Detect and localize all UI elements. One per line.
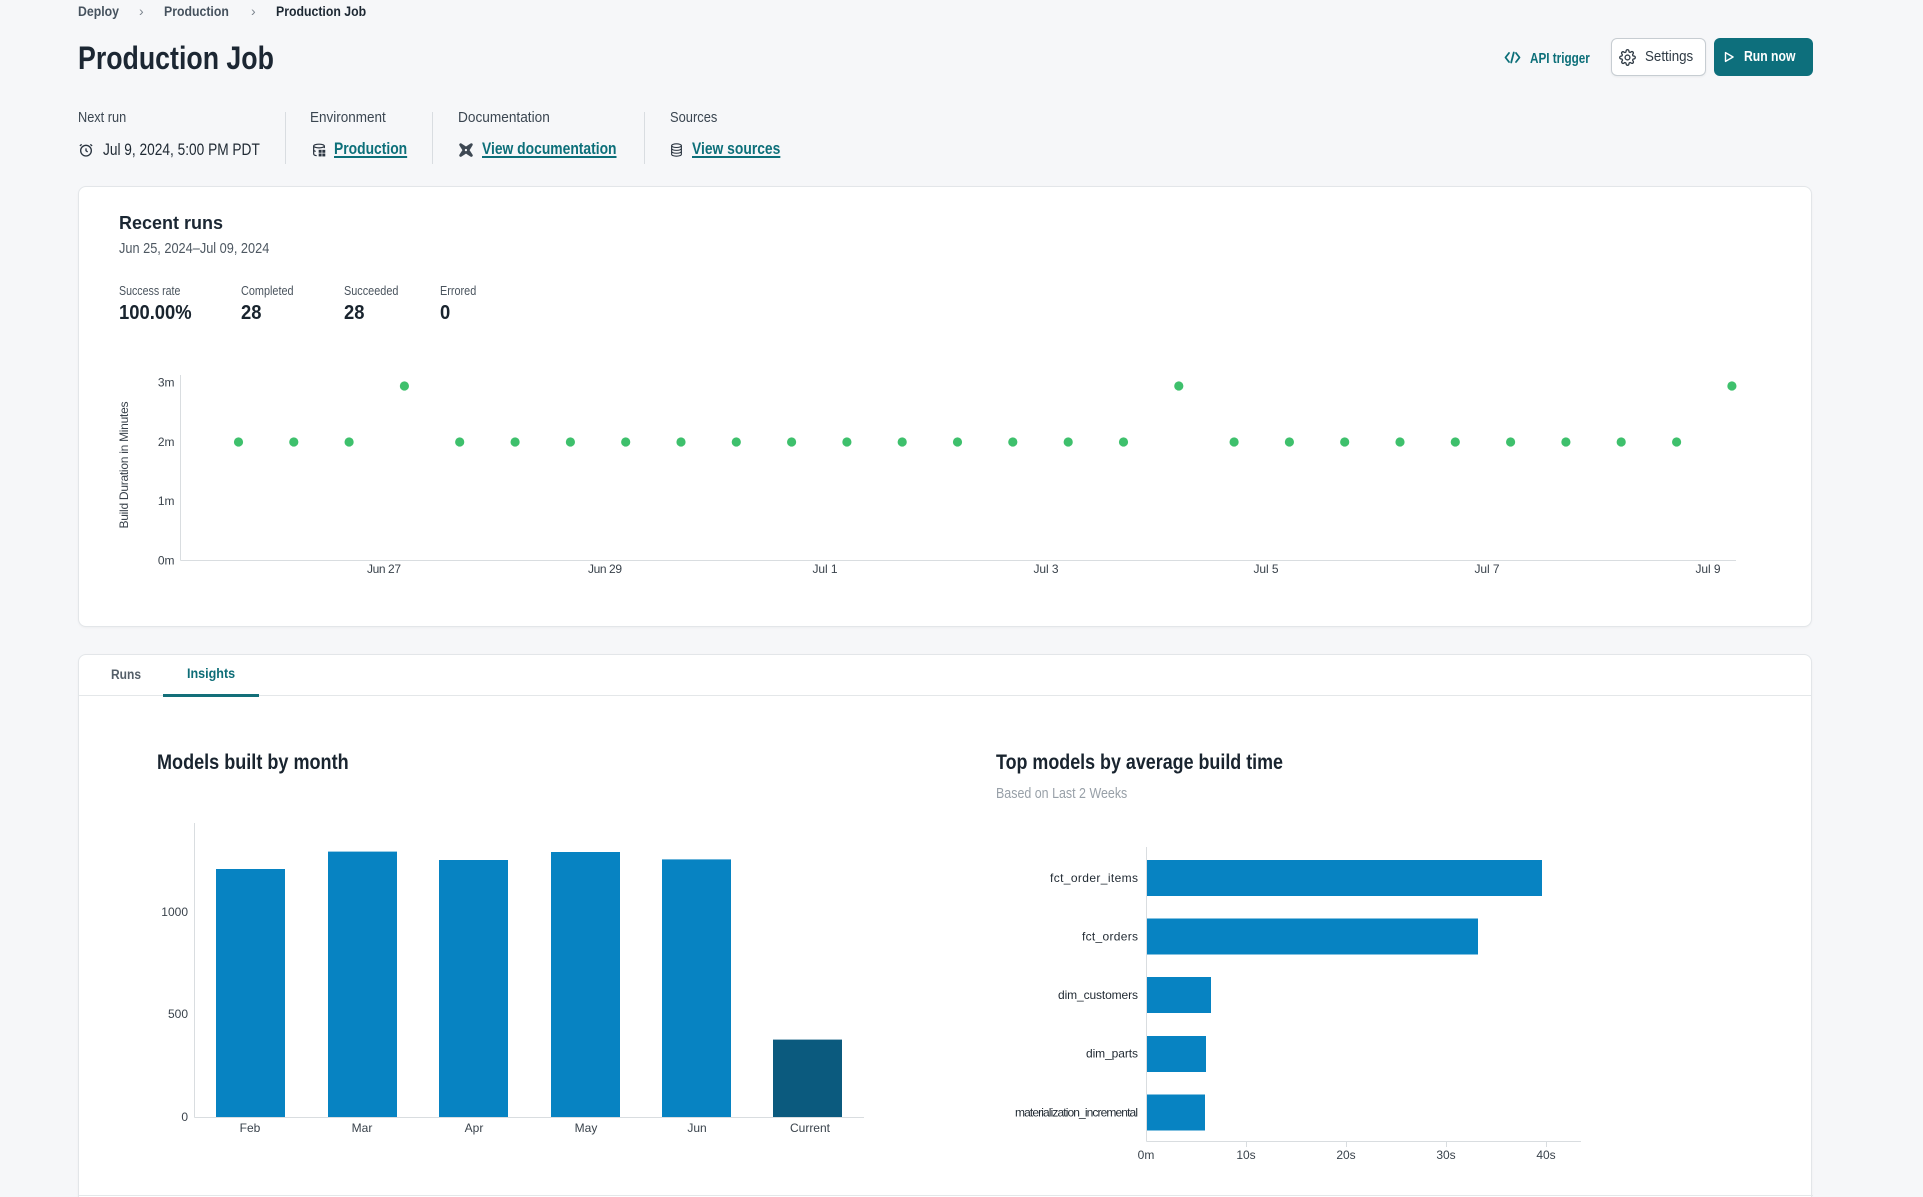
svg-text:Feb: Feb (240, 1121, 261, 1135)
svg-text:Build Duration in Minutes: Build Duration in Minutes (117, 402, 131, 529)
svg-text:20s: 20s (1336, 1148, 1355, 1162)
svg-text:fct_orders: fct_orders (1082, 930, 1138, 944)
svg-text:30s: 30s (1436, 1148, 1455, 1162)
svg-text:dim_parts: dim_parts (1086, 1047, 1138, 1061)
svg-text:0m: 0m (1138, 1148, 1155, 1162)
svg-text:10s: 10s (1236, 1148, 1255, 1162)
svg-text:Jun 29: Jun 29 (588, 562, 622, 576)
svg-text:fct_order_items: fct_order_items (1050, 871, 1138, 885)
svg-text:dim_customers: dim_customers (1058, 988, 1138, 1002)
svg-text:3m: 3m (158, 376, 175, 390)
svg-text:Jul 7: Jul 7 (1475, 562, 1500, 576)
svg-text:May: May (575, 1121, 598, 1135)
svg-text:40s: 40s (1536, 1148, 1555, 1162)
svg-text:Current: Current (790, 1121, 831, 1135)
svg-text:Jun 27: Jun 27 (367, 562, 401, 576)
svg-text:Jul 9: Jul 9 (1696, 562, 1721, 576)
svg-text:500: 500 (168, 1007, 188, 1021)
svg-text:1m: 1m (158, 494, 175, 508)
svg-text:2m: 2m (158, 435, 175, 449)
svg-text:Jul 1: Jul 1 (813, 562, 838, 576)
svg-text:1000: 1000 (161, 905, 188, 919)
svg-text:0m: 0m (158, 553, 175, 567)
svg-text:Jul 3: Jul 3 (1034, 562, 1059, 576)
svg-text:Mar: Mar (352, 1121, 373, 1135)
svg-text:Jun: Jun (687, 1121, 706, 1135)
svg-text:0: 0 (181, 1110, 188, 1124)
svg-text:Jul 5: Jul 5 (1254, 562, 1279, 576)
svg-text:Apr: Apr (465, 1121, 484, 1135)
svg-text:materialization_incremental: materialization_incremental (1015, 1106, 1138, 1120)
